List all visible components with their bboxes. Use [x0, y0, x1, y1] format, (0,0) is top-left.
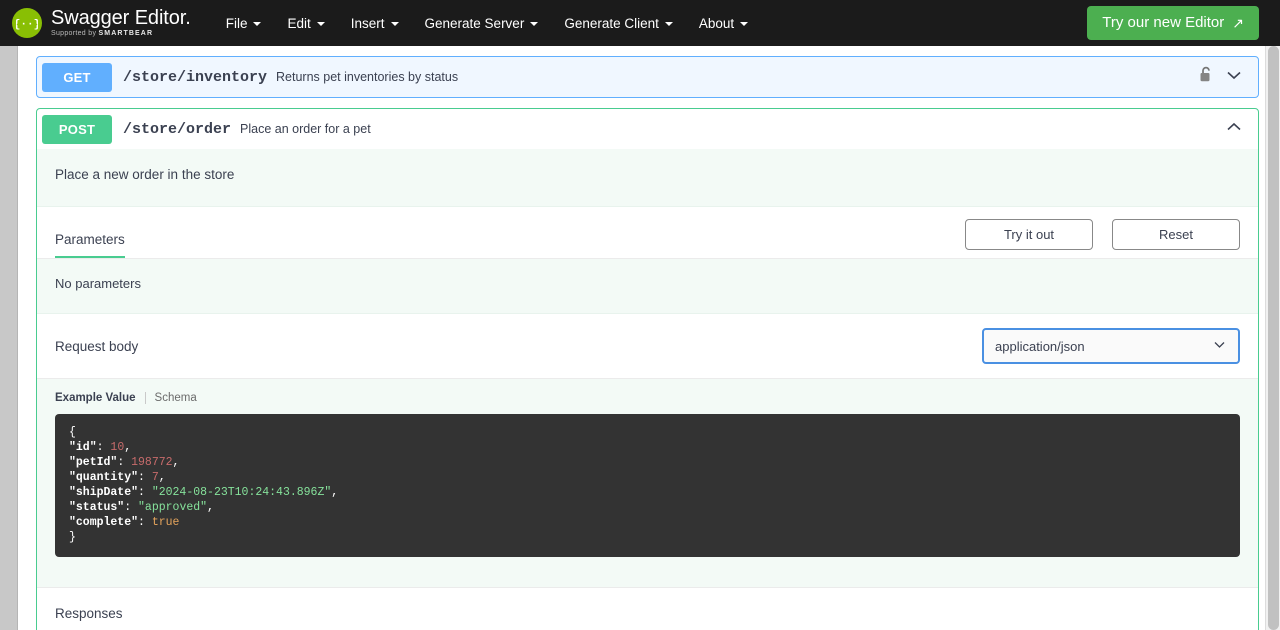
http-method-badge: POST [42, 114, 112, 144]
json-value: "approved" [138, 501, 208, 514]
content-type-value: application/json [995, 338, 1085, 354]
tab-example-value[interactable]: Example Value [55, 392, 146, 404]
brand-title-text: Swagger Editor [51, 7, 186, 29]
workspace: GET /store/inventory Returns pet invento… [0, 46, 1280, 630]
editor-pane-edge [0, 46, 18, 630]
chevron-down-icon [740, 22, 749, 26]
brand-supported-name: SMARTBEAR [98, 30, 154, 37]
brand-title-dot: . [185, 7, 191, 29]
brand-title: Swagger Editor. [51, 8, 191, 28]
menu-item-label: Generate Server [424, 15, 525, 31]
menu-item-about[interactable]: About [686, 10, 761, 37]
chevron-down-icon [1212, 337, 1227, 355]
menu-item-edit[interactable]: Edit [274, 10, 337, 37]
json-key: "id" [69, 441, 97, 454]
example-value-area: Example Value Schema { "id": 10, "petId"… [37, 379, 1258, 587]
responses-heading: Responses [37, 587, 1258, 630]
chevron-down-icon [253, 22, 262, 26]
no-parameters-message: No parameters [37, 259, 1258, 314]
operation-summary-text: Returns pet inventories by status [276, 70, 459, 84]
http-method-badge: GET [42, 62, 112, 92]
operation-get-store-inventory[interactable]: GET /store/inventory Returns pet invento… [36, 56, 1259, 98]
operation-description: Place a new order in the store [37, 149, 1258, 207]
json-key: "shipDate" [69, 486, 139, 499]
page-scrollbar-thumb[interactable] [1268, 46, 1279, 630]
example-schema-tabs: Example Value Schema [55, 392, 1240, 404]
menu-item-file[interactable]: File [213, 10, 275, 37]
menu-item-generate-client[interactable]: Generate Client [551, 10, 686, 37]
content-type-select[interactable]: application/json [982, 328, 1240, 364]
menu-item-label: About [698, 15, 735, 31]
json-open-brace: { [69, 426, 76, 439]
operation-summary[interactable]: GET /store/inventory Returns pet invento… [37, 57, 1258, 97]
chevron-down-icon [316, 22, 325, 26]
menu-item-label: Insert [350, 15, 385, 31]
json-value: true [151, 516, 180, 529]
operation-body: Place a new order in the store Parameter… [37, 149, 1258, 630]
operation-summary[interactable]: POST /store/order Place an order for a p… [37, 109, 1258, 149]
json-key: "quantity" [69, 471, 139, 484]
json-value: 10 [110, 441, 125, 454]
brand-subtitle: Supported by SMARTBEAR [51, 30, 191, 37]
json-key: "status" [69, 501, 125, 514]
chevron-up-icon[interactable] [1224, 117, 1244, 142]
page-scrollbar[interactable] [1265, 46, 1280, 630]
json-value: 198772 [131, 456, 173, 469]
menu-item-label: Edit [287, 15, 311, 31]
try-it-out-button[interactable]: Try it out [965, 219, 1093, 250]
brand-supported-prefix: Supported by [51, 30, 99, 37]
arrow-up-right-icon: ↗ [1232, 14, 1244, 31]
unlocked-padlock-icon[interactable] [1199, 66, 1213, 88]
chevron-down-icon [664, 22, 673, 26]
menu-item-insert[interactable]: Insert [338, 10, 412, 37]
try-new-editor-button[interactable]: Try our new Editor ↗ [1087, 6, 1259, 40]
chevron-down-icon[interactable] [1224, 65, 1244, 90]
operation-path: /store/inventory [123, 68, 268, 86]
json-key: "petId" [69, 456, 118, 469]
chevron-down-icon [530, 22, 539, 26]
menu-item-label: File [225, 15, 248, 31]
menu-item-generate-server[interactable]: Generate Server [412, 10, 552, 37]
json-key: "complete" [69, 516, 139, 529]
parameters-actions: Try it out Reset [965, 219, 1240, 258]
request-body-label: Request body [55, 338, 139, 354]
json-close-brace: } [69, 531, 76, 544]
tab-schema[interactable]: Schema [146, 392, 197, 404]
top-navbar: {··} Swagger Editor. Supported by SMARTB… [0, 0, 1280, 46]
request-body-row: Request body application/json [37, 314, 1258, 379]
example-value-code: { "id": 10, "petId": 198772, "quantity":… [55, 414, 1240, 557]
parameters-header: Parameters Try it out Reset [37, 207, 1258, 259]
json-value: 7 [151, 471, 159, 484]
swagger-braces-icon: {··} [12, 8, 42, 38]
menu-item-label: Generate Client [564, 15, 659, 31]
brand[interactable]: {··} Swagger Editor. Supported by SMARTB… [12, 8, 191, 38]
tab-parameters[interactable]: Parameters [55, 228, 125, 258]
operation-path: /store/order [123, 120, 232, 138]
swagger-ui-pane: GET /store/inventory Returns pet invento… [18, 46, 1280, 630]
json-value: "2024-08-23T10:24:43.896Z" [151, 486, 332, 499]
main-menu: File Edit Insert Generate Server Generat… [213, 10, 761, 37]
reset-button[interactable]: Reset [1112, 219, 1240, 250]
chevron-down-icon [390, 22, 399, 26]
svg-text:{··}: {··} [16, 19, 38, 31]
operation-summary-text: Place an order for a pet [240, 122, 371, 136]
operation-post-store-order: POST /store/order Place an order for a p… [36, 108, 1259, 630]
try-new-editor-label: Try our new Editor [1102, 14, 1225, 31]
